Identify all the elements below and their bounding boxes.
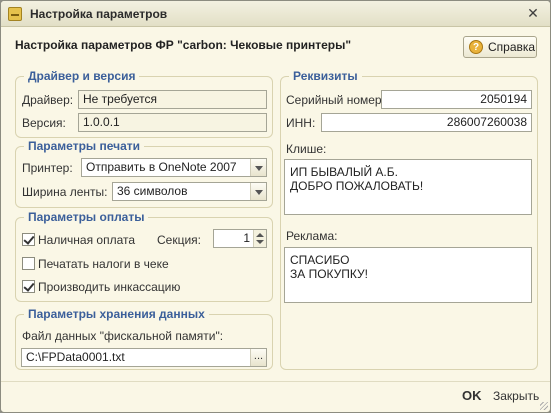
printer-select[interactable]: Отправить в OneNote 2007 xyxy=(81,158,267,177)
ok-button[interactable]: OK xyxy=(462,388,482,403)
requisites-group-title: Реквизиты xyxy=(289,69,362,83)
inn-label: ИНН: xyxy=(286,116,316,130)
file-path-value: C:\FPData0001.txt xyxy=(26,350,125,364)
tape-width-value: 36 символов xyxy=(117,184,188,198)
cash-payment-checkbox[interactable] xyxy=(22,233,35,246)
inn-field[interactable]: 286007260038 xyxy=(321,113,532,132)
driver-group-title: Драйвер и версия xyxy=(24,69,140,83)
cliche-label: Клише: xyxy=(286,142,327,156)
spin-up-icon[interactable] xyxy=(256,233,264,237)
print-taxes-checkbox[interactable] xyxy=(22,257,35,270)
serial-label: Серийный номер: xyxy=(286,93,385,107)
cash-payment-label[interactable]: Наличная оплата xyxy=(38,233,135,247)
title-bar[interactable]: Настройка параметров ✕ xyxy=(1,1,550,27)
driver-label: Драйвер: xyxy=(22,93,74,107)
file-label: Файл данных "фискальной памяти": xyxy=(22,329,224,343)
chevron-down-icon[interactable] xyxy=(250,183,266,200)
payment-group-title: Параметры оплаты xyxy=(24,210,149,224)
app-icon xyxy=(8,7,22,21)
settings-dialog: Настройка параметров ✕ Настройка парамет… xyxy=(0,0,551,413)
ad-textarea[interactable]: СПАСИБО ЗА ПОКУПКУ! xyxy=(284,247,532,303)
browse-button[interactable]: ... xyxy=(250,349,266,366)
help-button[interactable]: ? Справка xyxy=(463,36,537,58)
close-icon[interactable]: ✕ xyxy=(524,5,542,23)
section-value: 1 xyxy=(243,231,250,245)
driver-field[interactable]: Не требуется xyxy=(78,90,267,109)
section-label: Секция: xyxy=(157,233,201,247)
resize-grip-icon[interactable] xyxy=(540,402,548,410)
help-button-label: Справка xyxy=(488,40,536,54)
section-stepper[interactable]: 1 xyxy=(213,229,267,248)
version-field[interactable]: 1.0.0.1 xyxy=(78,113,267,132)
collection-checkbox[interactable] xyxy=(22,280,35,293)
storage-group-title: Параметры хранения данных xyxy=(24,307,209,321)
page-title: Настройка параметров ФР "carbon: Чековые… xyxy=(15,38,352,52)
ad-label: Реклама: xyxy=(286,229,338,243)
cliche-textarea[interactable]: ИП БЫВАЛЫЙ А.Б. ДОБРО ПОЖАЛОВАТЬ! xyxy=(284,159,532,215)
spin-down-icon[interactable] xyxy=(256,240,264,244)
printer-value: Отправить в OneNote 2007 xyxy=(86,160,237,174)
close-button[interactable]: Закрыть xyxy=(493,389,539,403)
print-group-title: Параметры печати xyxy=(24,139,145,153)
print-taxes-label[interactable]: Печатать налоги в чеке xyxy=(38,257,169,271)
collection-label[interactable]: Производить инкассацию xyxy=(38,280,180,294)
chevron-down-icon[interactable] xyxy=(250,159,266,176)
footer-divider xyxy=(1,381,550,382)
printer-label: Принтер: xyxy=(22,161,73,175)
spin-buttons[interactable] xyxy=(253,230,266,247)
version-label: Версия: xyxy=(22,116,66,130)
serial-field[interactable]: 2050194 xyxy=(381,90,532,109)
window-title: Настройка параметров xyxy=(30,7,168,21)
tape-width-label: Ширина ленты: xyxy=(22,185,108,199)
help-icon: ? xyxy=(469,40,483,54)
file-path-input[interactable]: C:\FPData0001.txt ... xyxy=(21,348,267,367)
tape-width-select[interactable]: 36 символов xyxy=(112,182,267,201)
